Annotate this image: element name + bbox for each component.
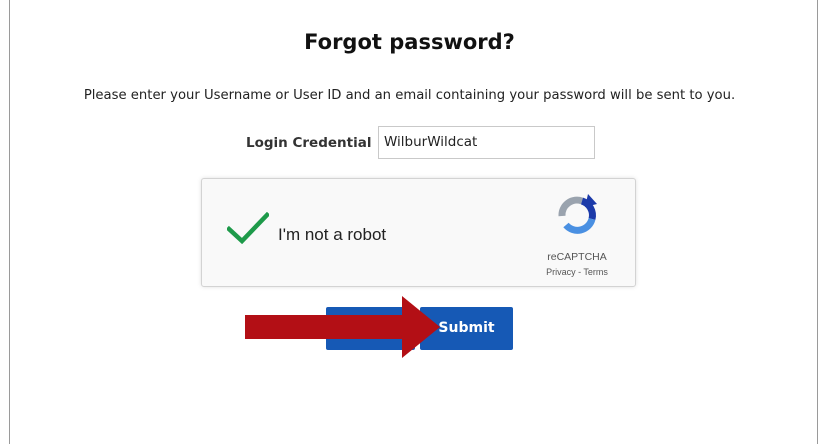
page-title: Forgot password? [304, 30, 515, 54]
checkmark-icon[interactable] [227, 212, 269, 244]
recaptcha-widget: I'm not a robot reCAPTCHA Privacy - Term… [201, 178, 636, 287]
login-credential-label: Login Credential [246, 135, 372, 151]
captcha-label: I'm not a robot [278, 225, 387, 244]
recaptcha-logo-icon [558, 194, 597, 234]
recaptcha-brand-text: reCAPTCHA [547, 251, 607, 263]
recaptcha-privacy-terms-link[interactable]: Privacy - Terms [532, 267, 622, 277]
login-credential-input[interactable]: WilburWildcat [378, 126, 595, 159]
instructions-text: Please enter your Username or User ID an… [83, 88, 736, 103]
red-arrow-annotation [245, 296, 440, 358]
